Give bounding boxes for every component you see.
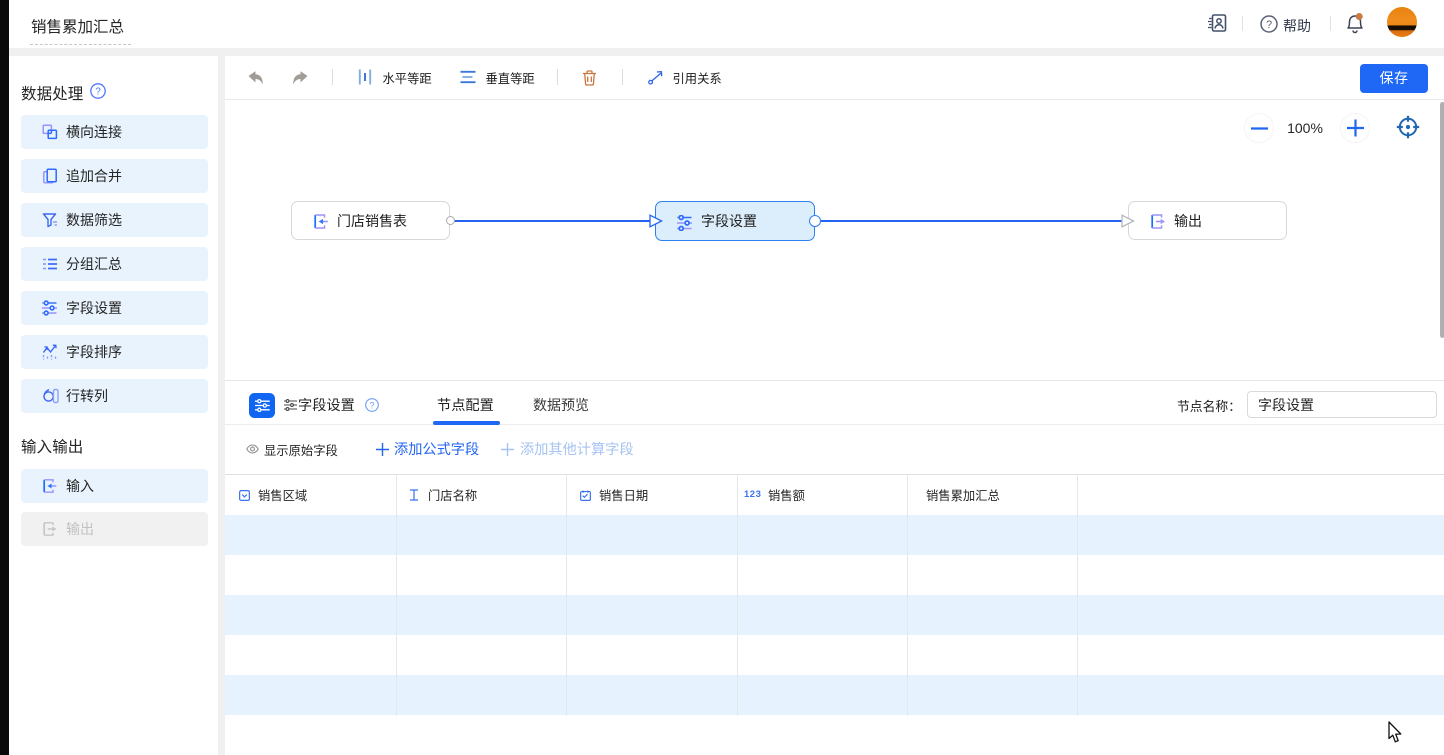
svg-text:?: ? [1266, 19, 1272, 31]
svg-text:?: ? [95, 87, 101, 98]
svg-text:?: ? [369, 400, 374, 410]
